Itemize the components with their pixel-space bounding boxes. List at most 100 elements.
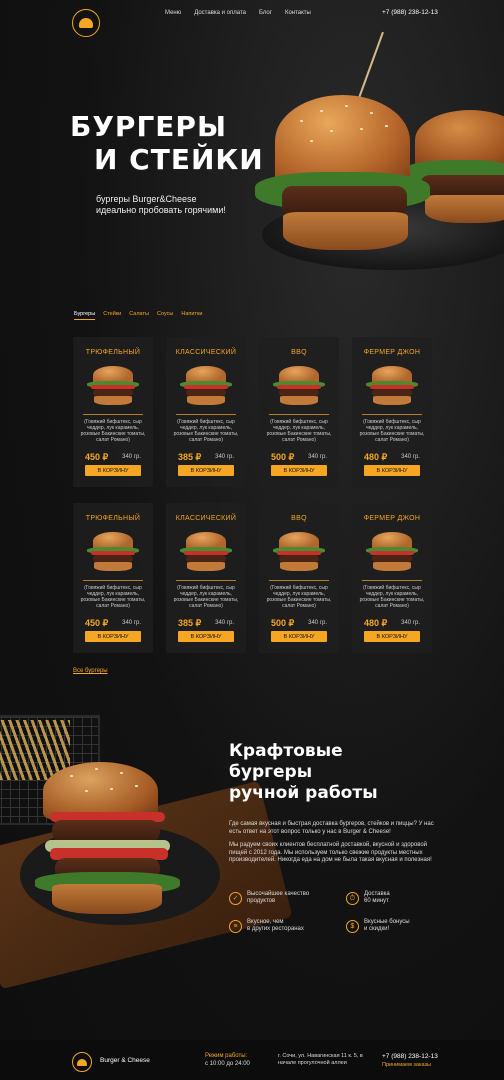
tab-drinks[interactable]: Напитки bbox=[181, 311, 202, 320]
product-description: (Говяжий бифштекс, сыр чеддер, лук карам… bbox=[359, 419, 425, 443]
piggy-bank-icon: $ bbox=[346, 919, 359, 933]
divider bbox=[269, 580, 329, 581]
add-to-cart-button[interactable]: В КОРЗИНУ bbox=[85, 631, 141, 642]
product-row: ТРЮФЕЛЬНЫЙ (Говяжий бифштекс, сыр чеддер,… bbox=[73, 503, 435, 653]
feature-line2: 60 минут bbox=[364, 898, 389, 904]
quality-icon: ✓ bbox=[229, 891, 242, 905]
product-card[interactable]: ТРЮФЕЛЬНЫЙ (Говяжий бифштекс, сыр чеддер,… bbox=[73, 337, 153, 487]
feature-line1: Вкусное, чем bbox=[247, 919, 284, 925]
product-card[interactable]: ТРЮФЕЛЬНЫЙ (Говяжий бифштекс, сыр чеддер,… bbox=[73, 503, 153, 653]
footer-hours: с 10:00 до 24:00 bbox=[205, 1061, 250, 1067]
add-to-cart-button[interactable]: В КОРЗИНУ bbox=[364, 465, 420, 476]
divider bbox=[176, 580, 236, 581]
tab-sauces[interactable]: Соусы bbox=[157, 311, 173, 320]
craft-title-line1: Крафтовые bbox=[229, 741, 343, 761]
product-burger-image bbox=[180, 530, 232, 574]
product-weight: 340 гр. bbox=[308, 620, 327, 626]
product-card[interactable]: КЛАССИЧЕСКИЙ (Говяжий бифштекс, сыр чедде… bbox=[166, 337, 246, 487]
tab-burgers[interactable]: Бургеры bbox=[74, 311, 96, 320]
hero-subtitle-line1: бургеры Burger&Cheese bbox=[96, 194, 197, 204]
product-description: (Говяжий бифштекс, сыр чеддер, лук карам… bbox=[80, 419, 146, 443]
product-description: (Говяжий бифштекс, сыр чеддер, лук карам… bbox=[173, 585, 239, 609]
product-card[interactable]: BBQ (Говяжий бифштекс, сыр чеддер, лук ка… bbox=[259, 503, 339, 653]
delivery-icon: ⏱ bbox=[346, 891, 359, 905]
hero-subtitle-line2: идеально пробовать горячими! bbox=[96, 205, 226, 215]
burger-logo-icon bbox=[79, 18, 93, 28]
product-weight: 340 гр. bbox=[215, 620, 234, 626]
product-name: ФЕРМЕР ДЖОН bbox=[363, 515, 421, 522]
product-weight: 340 гр. bbox=[215, 454, 234, 460]
craft-question: Где самая вкусная и быстрая доставка бур… bbox=[229, 821, 434, 835]
nav-delivery[interactable]: Доставка и оплата bbox=[194, 10, 246, 16]
feature-text: Высочайшее качество продуктов bbox=[247, 891, 309, 905]
divider bbox=[83, 414, 143, 415]
product-card[interactable]: КЛАССИЧЕСКИЙ (Говяжий бифштекс, сыр чедде… bbox=[166, 503, 246, 653]
product-description: (Говяжий бифштекс, сыр чеддер, лук карам… bbox=[80, 585, 146, 609]
add-to-cart-button[interactable]: В КОРЗИНУ bbox=[178, 631, 234, 642]
feature-line2: в других ресторанах bbox=[247, 926, 304, 932]
nav-blog[interactable]: Блог bbox=[259, 10, 272, 16]
product-name: КЛАССИЧЕСКИЙ bbox=[175, 515, 237, 522]
craft-paragraph: Мы радуем своих клиентов бесплатной дост… bbox=[229, 842, 432, 863]
product-weight: 340 гр. bbox=[122, 620, 141, 626]
product-grid: ТРЮФЕЛЬНЫЙ (Говяжий бифштекс, сыр чеддер,… bbox=[73, 337, 435, 669]
divider bbox=[362, 414, 422, 415]
divider bbox=[362, 580, 422, 581]
craft-title: Крафтовые бургеры ручной работы bbox=[229, 741, 378, 804]
product-description: (Говяжий бифштекс, сыр чеддер, лук карам… bbox=[359, 585, 425, 609]
header: Меню Доставка и оплата Блог Контакты +7 … bbox=[0, 0, 504, 40]
product-name: КЛАССИЧЕСКИЙ bbox=[175, 349, 237, 356]
product-price: 385 ₽ bbox=[178, 452, 202, 462]
page: Меню Доставка и оплата Блог Контакты +7 … bbox=[0, 0, 504, 1080]
feature-delivery: ⏱ Доставка 60 минут bbox=[346, 891, 390, 905]
add-to-cart-button[interactable]: В КОРЗИНУ bbox=[85, 465, 141, 476]
feature-quality: ✓ Высочайшее качество продуктов bbox=[229, 891, 309, 905]
product-description: (Говяжий бифштекс, сыр чеддер, лук карам… bbox=[173, 419, 239, 443]
product-card[interactable]: BBQ (Говяжий бифштекс, сыр чеддер, лук ка… bbox=[259, 337, 339, 487]
product-description: (Говяжий бифштекс, сыр чеддер, лук карам… bbox=[266, 585, 332, 609]
feature-text: Вкусные бонусы и скидки! bbox=[364, 919, 410, 933]
feature-line2: продуктов bbox=[247, 898, 276, 904]
footer-phone[interactable]: +7 (988) 238-12-13 bbox=[382, 1053, 438, 1060]
add-to-cart-button[interactable]: В КОРЗИНУ bbox=[178, 465, 234, 476]
tab-steaks[interactable]: Стейки bbox=[103, 311, 121, 320]
nav-contacts[interactable]: Контакты bbox=[285, 10, 311, 16]
product-price: 480 ₽ bbox=[364, 452, 388, 462]
product-row: ТРЮФЕЛЬНЫЙ (Говяжий бифштекс, сыр чеддер,… bbox=[73, 337, 435, 487]
product-name: ТРЮФЕЛЬНЫЙ bbox=[85, 515, 141, 522]
add-to-cart-button[interactable]: В КОРЗИНУ bbox=[271, 631, 327, 642]
feature-text: Вкусное, чем в других ресторанах bbox=[247, 919, 304, 933]
product-weight: 340 гр. bbox=[401, 454, 420, 460]
burger-icon: ≡ bbox=[229, 919, 242, 933]
product-weight: 340 гр. bbox=[122, 454, 141, 460]
product-burger-image bbox=[273, 530, 325, 574]
product-card[interactable]: ФЕРМЕР ДЖОН (Говяжий бифштекс, сыр чеддер… bbox=[352, 337, 432, 487]
product-description: (Говяжий бифштекс, сыр чеддер, лук карам… bbox=[266, 419, 332, 443]
footer-address: г. Сочи, ул. Навагинская 11 к. 5, в нача… bbox=[278, 1053, 363, 1066]
feature-tasty: ≡ Вкусное, чем в других ресторанах bbox=[229, 919, 304, 933]
brand-logo[interactable] bbox=[72, 9, 100, 37]
product-burger-image bbox=[366, 530, 418, 574]
footer-logo[interactable] bbox=[72, 1052, 92, 1072]
burger-logo-icon bbox=[77, 1058, 87, 1066]
footer-hours-label: Режим работы: bbox=[205, 1053, 248, 1059]
nav-menu[interactable]: Меню bbox=[165, 10, 181, 16]
craft-title-line2: бургеры bbox=[229, 762, 313, 782]
feature-line1: Доставка bbox=[364, 891, 390, 897]
product-burger-image bbox=[273, 364, 325, 408]
craft-title-line3: ручной работы bbox=[229, 783, 378, 803]
hero-title: БУРГЕРЫ И СТЕЙКИ bbox=[70, 110, 264, 176]
product-price: 500 ₽ bbox=[271, 618, 295, 628]
footer: Burger & Cheese Режим работы: с 10:00 до… bbox=[0, 1040, 504, 1080]
product-card[interactable]: ФЕРМЕР ДЖОН (Говяжий бифштекс, сыр чеддер… bbox=[352, 503, 432, 653]
header-phone[interactable]: +7 (988) 238-12-13 bbox=[382, 9, 438, 16]
tab-salads[interactable]: Салаты bbox=[129, 311, 149, 320]
product-price: 500 ₽ bbox=[271, 452, 295, 462]
product-name: BBQ bbox=[291, 515, 307, 522]
product-burger-image bbox=[87, 364, 139, 408]
divider bbox=[176, 414, 236, 415]
all-burgers-link[interactable]: Все бургеры bbox=[73, 668, 108, 674]
main-nav: Меню Доставка и оплата Блог Контакты bbox=[165, 10, 311, 16]
add-to-cart-button[interactable]: В КОРЗИНУ bbox=[364, 631, 420, 642]
add-to-cart-button[interactable]: В КОРЗИНУ bbox=[271, 465, 327, 476]
